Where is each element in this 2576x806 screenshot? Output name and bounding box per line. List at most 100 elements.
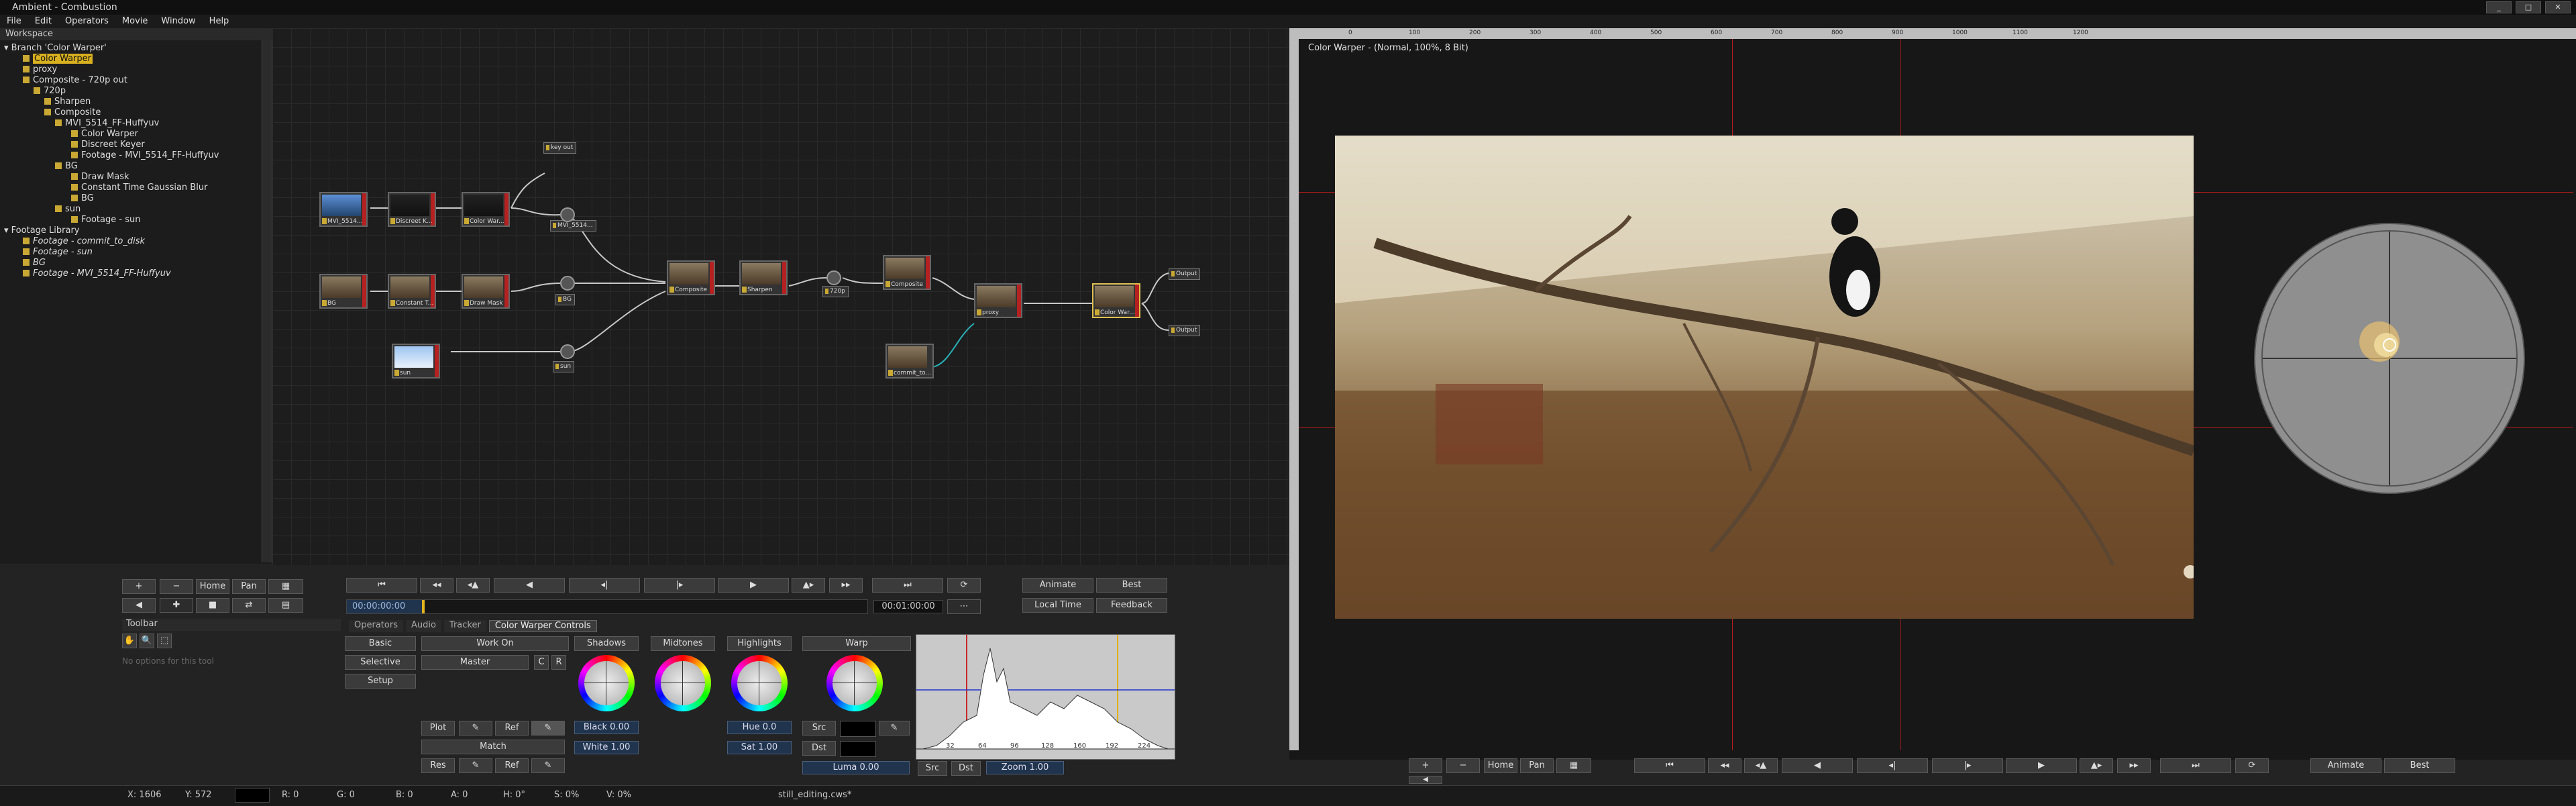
merge-connector[interactable] <box>560 276 575 291</box>
basic-dropdown[interactable]: Basic <box>345 636 416 651</box>
best-quality-dropdown[interactable]: Best <box>1096 578 1167 593</box>
midtones-button[interactable]: Midtones <box>651 636 715 651</box>
back-button[interactable]: ◀ <box>122 598 156 613</box>
tree-item[interactable]: ▾ Branch 'Color Warper' <box>4 43 107 54</box>
node-mvi[interactable]: MVI_5514... <box>319 192 368 227</box>
ref-button[interactable]: Ref <box>495 721 529 736</box>
goto-end-button[interactable]: ⏭ <box>872 578 943 593</box>
node-tag[interactable]: sun <box>553 361 575 372</box>
ref-eyedropper-icon[interactable]: ✎ <box>531 758 565 773</box>
res-eyedropper-icon[interactable]: ✎ <box>459 758 492 773</box>
warp-dropdown[interactable]: Warp <box>802 636 911 651</box>
tree-item[interactable]: Footage - sun <box>23 247 93 258</box>
viewer-pan-button[interactable]: Pan <box>1520 758 1554 773</box>
viewer-loop-button[interactable]: ⟳ <box>2235 758 2269 773</box>
node-draw-mask[interactable]: Draw Mask <box>462 274 510 309</box>
viewer-goto-end-button[interactable]: ⏭ <box>2160 758 2231 773</box>
next-key-button[interactable]: ▸▸ <box>829 578 863 593</box>
menu-operators[interactable]: Operators <box>58 15 115 28</box>
zoom-tool-icon[interactable]: 🔍 <box>140 634 154 648</box>
animate-button[interactable]: Animate <box>1022 578 1093 593</box>
zoom-in-button[interactable]: + <box>122 579 156 594</box>
node-color-warper[interactable]: Color War... <box>462 192 510 227</box>
schematic-view[interactable]: key out MVI_5514... BG sun 720p Output O… <box>272 28 1289 565</box>
goto-start-button[interactable]: ⏮ <box>346 578 417 593</box>
plot-button[interactable]: Plot <box>421 721 455 736</box>
viewer-animate-button[interactable]: Animate <box>2310 758 2381 773</box>
viewer-home-button[interactable]: Home <box>1484 758 1517 773</box>
viewer-zoom-out-button[interactable]: − <box>1446 758 1480 773</box>
tree-item[interactable]: Footage - MVI_5514_FF-Huffyuv <box>71 150 219 161</box>
step-back-button[interactable]: ◂| <box>569 578 640 593</box>
prev-key-button[interactable]: ◂◂ <box>420 578 453 593</box>
highlights-button[interactable]: Highlights <box>727 636 792 651</box>
pan-button[interactable]: Pan <box>232 579 266 594</box>
tree-item[interactable]: proxy <box>23 64 57 75</box>
end-time-field[interactable]: 00:01:00:00 <box>873 600 943 613</box>
tree-item[interactable]: BG <box>23 258 46 268</box>
src-eyedropper-icon[interactable]: ✎ <box>879 721 910 736</box>
viewer-step-back-button[interactable]: ◂| <box>1857 758 1928 773</box>
sat-field[interactable]: Sat 1.00 <box>727 741 792 754</box>
eyedropper-active-icon[interactable]: ✎ <box>531 721 565 736</box>
node-composite[interactable]: Composite <box>667 260 715 295</box>
zoom-field[interactable]: Zoom 1.00 <box>986 761 1064 774</box>
midtones-color-wheel[interactable] <box>655 655 711 711</box>
viewer-best-dropdown[interactable]: Best <box>2384 758 2455 773</box>
step-forward-button[interactable]: |▸ <box>644 578 715 593</box>
node-sun[interactable]: sun <box>392 344 440 379</box>
layout-icon-button[interactable]: ▦ <box>268 579 303 594</box>
node-composite-out[interactable]: Composite <box>883 255 931 290</box>
viewer-back-button[interactable]: ◀ <box>1409 776 1442 784</box>
vectorscope[interactable] <box>2254 223 2525 494</box>
tree-item[interactable]: Footage - sun <box>71 215 140 225</box>
local-time-dropdown[interactable]: Local Time <box>1022 598 1093 613</box>
match-button[interactable]: Match <box>421 740 565 754</box>
black-field[interactable]: Black 0.00 <box>574 721 639 734</box>
dst-button[interactable]: Dst <box>802 741 836 756</box>
view-mode-button[interactable]: ■ <box>196 598 229 613</box>
node-tag[interactable]: key out <box>543 142 577 154</box>
menu-window[interactable]: Window <box>154 15 202 28</box>
node-commit-to-disk[interactable]: commit_to... <box>885 344 934 379</box>
viewer-zoom-in-button[interactable]: + <box>1409 758 1442 773</box>
close-button[interactable]: ✕ <box>2545 1 2571 13</box>
node-tag[interactable]: MVI_5514... <box>550 220 596 232</box>
node-tag[interactable]: Output <box>1169 325 1201 336</box>
ref2-button[interactable]: Ref <box>495 758 529 773</box>
tree-item[interactable]: 720p <box>34 86 66 97</box>
shadows-color-wheel[interactable] <box>578 655 635 711</box>
minimize-button[interactable]: _ <box>2486 1 2512 13</box>
viewer-prev-mark-button[interactable]: ◂▲ <box>1744 758 1778 773</box>
menu-file[interactable]: File <box>0 15 28 28</box>
viewer-step-forward-button[interactable]: |▸ <box>1932 758 2003 773</box>
fit-button[interactable]: ⇄ <box>232 598 266 613</box>
tree-item[interactable]: Composite <box>44 107 101 118</box>
viewer-play-reverse-button[interactable]: ◀ <box>1782 758 1853 773</box>
node-constant-time[interactable]: Constant T... <box>388 274 436 309</box>
tree-item[interactable]: Footage - commit_to_disk <box>23 236 145 247</box>
home-button[interactable]: Home <box>196 579 229 594</box>
setup-dropdown[interactable]: Setup <box>345 674 416 689</box>
hand-tool-icon[interactable]: ✋ <box>122 634 137 648</box>
luma-field[interactable]: Luma 0.00 <box>802 761 910 774</box>
tab-operators[interactable]: Operators <box>349 620 403 632</box>
zoom-out-button[interactable]: − <box>160 579 193 594</box>
histogram[interactable]: 32 64 96 128 160 192 224 <box>916 634 1175 760</box>
forward-button[interactable]: ✚ <box>160 598 193 613</box>
tree-item-selected[interactable]: Color Warper <box>23 54 93 64</box>
tree-item[interactable]: BG <box>71 193 94 204</box>
eyedropper-icon[interactable]: ✎ <box>459 721 492 736</box>
src-button[interactable]: Src <box>802 721 836 736</box>
viewer-next-key-button[interactable]: ▸▸ <box>2117 758 2151 773</box>
shadows-button[interactable]: Shadows <box>574 636 639 651</box>
node-bg[interactable]: BG <box>319 274 368 309</box>
play-button[interactable]: ▶ <box>718 578 789 593</box>
selective-dropdown[interactable]: Selective <box>345 655 416 670</box>
tree-item[interactable]: Composite - 720p out <box>23 75 127 86</box>
merge-connector[interactable] <box>560 344 575 359</box>
warp-color-wheel[interactable] <box>826 655 883 711</box>
tree-item[interactable]: BG <box>55 161 78 172</box>
frame-field[interactable]: ⋯ <box>947 599 981 614</box>
select-tool-icon[interactable]: ⬚ <box>157 634 172 648</box>
